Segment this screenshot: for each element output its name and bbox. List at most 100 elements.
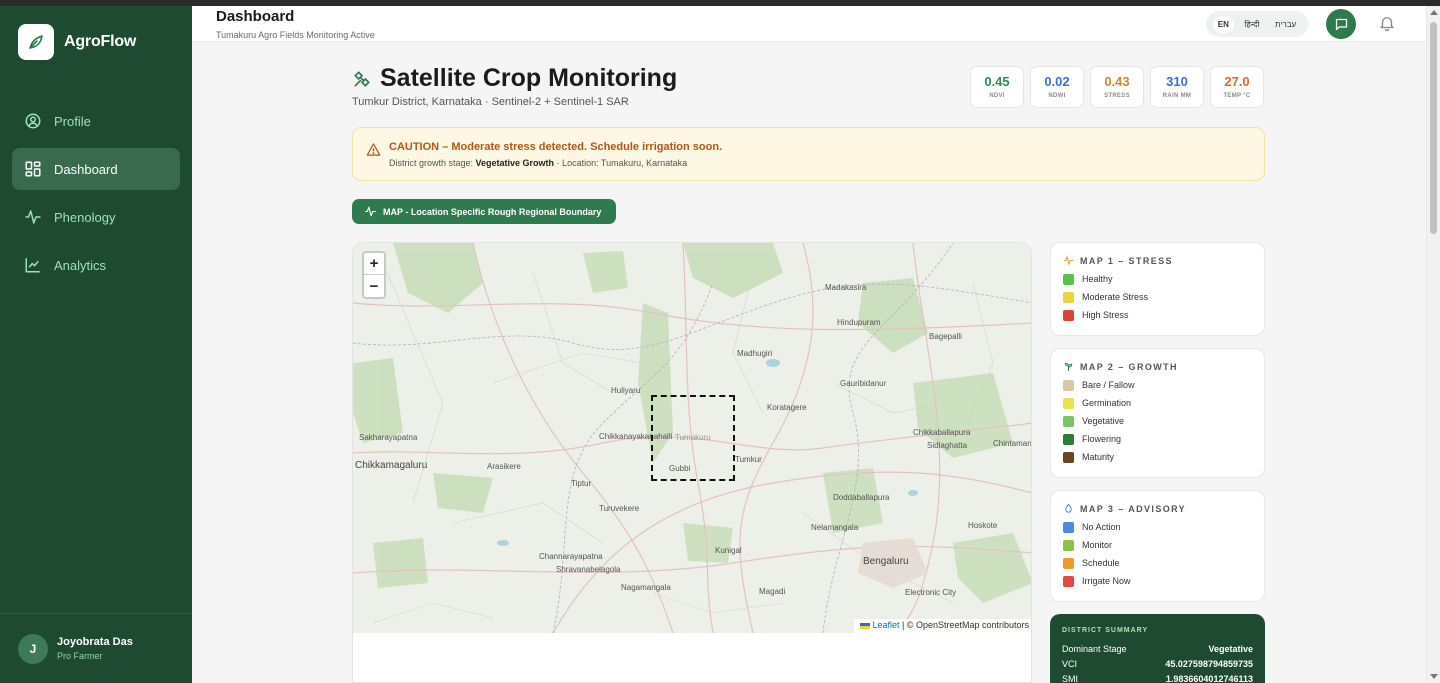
language-option-he[interactable]: עברית <box>1270 16 1301 33</box>
legend-growth: MAP 2 – GROWTH Bare / Fallow Germination… <box>1050 348 1265 478</box>
map-boundary-button[interactable]: MAP - Location Specific Rough Regional B… <box>352 199 616 224</box>
header-subtitle: Tumakuru Agro Fields Monitoring Active <box>216 30 375 40</box>
legend-item: Bare / Fallow <box>1063 379 1264 391</box>
map-town-label: Madakasira <box>825 283 867 292</box>
metric-value: 310 <box>1166 74 1188 89</box>
line-chart-icon <box>25 258 40 273</box>
scroll-down-arrow-icon[interactable] <box>1430 674 1438 679</box>
map-town-label: Gauribidanur <box>840 379 887 388</box>
map-town-label: Hindupuram <box>837 318 881 327</box>
leaf-logo-icon <box>18 24 54 60</box>
metric-label: NDVI <box>989 93 1005 99</box>
legend-item: Moderate Stress <box>1063 291 1264 303</box>
map-town-label: Doddaballapura <box>833 493 890 502</box>
map-town-label: Sidlaghatta <box>927 441 968 450</box>
language-option-en[interactable]: EN <box>1212 15 1234 33</box>
metric-cards: 0.45 NDVI 0.02 NDWI 0.43 STRESS 310 RAIN… <box>970 66 1270 108</box>
map-town-label: Tiptur <box>571 479 592 488</box>
map-town-label: Bengaluru <box>863 556 909 567</box>
user-name: Joyobrata Das <box>57 636 133 648</box>
dashboard-grid-icon <box>25 161 41 177</box>
map-view[interactable]: Madakasira Hindupuram Bagepalli Madhugir… <box>353 243 1031 633</box>
district-summary: DISTRICT SUMMARY Dominant Stage Vegetativ… <box>1050 614 1265 683</box>
map-town-label: Madhugiri <box>737 349 773 358</box>
metric-label: RAIN MM <box>1162 93 1192 99</box>
legend-title: MAP 3 – ADVISORY <box>1080 503 1187 514</box>
zoom-in-button[interactable]: + <box>364 253 384 275</box>
legend-title: MAP 1 – STRESS <box>1080 255 1173 266</box>
regional-boundary-box[interactable] <box>651 395 735 481</box>
metric-label: NDWI <box>1048 93 1066 99</box>
sidebar-item-profile[interactable]: Profile <box>12 100 180 142</box>
chat-button[interactable] <box>1326 9 1356 39</box>
legend-item: Healthy <box>1063 273 1264 285</box>
map-town-label: Huliyaru <box>611 386 641 395</box>
page-scrollbar[interactable] <box>1426 6 1440 683</box>
brand[interactable]: AgroFlow <box>18 24 136 60</box>
map-town-label: Nagamangala <box>621 583 671 592</box>
map-town-label: Magadi <box>759 587 786 596</box>
page-title: Satellite Crop Monitoring <box>380 64 678 92</box>
map-town-label: Chikkaballapura <box>913 428 971 437</box>
metric-value: 0.43 <box>1104 74 1130 89</box>
scrollbar-thumb[interactable] <box>1430 22 1437 234</box>
metric-value: 0.45 <box>984 74 1010 89</box>
map-town-label: Bagepalli <box>929 332 962 341</box>
zoom-out-button[interactable]: − <box>364 275 384 297</box>
alert-details: District growth stage: Vegetative Growth… <box>389 158 688 168</box>
map-town-label: Hoskote <box>968 521 998 530</box>
summary-row: Dominant Stage Vegetative <box>1062 644 1253 654</box>
map-town-label: Shravanabelagola <box>556 565 621 574</box>
leaflet-link[interactable]: Leaflet <box>872 620 899 630</box>
map-town-label: Turuvekere <box>599 504 640 513</box>
legend-item: No Action <box>1063 521 1264 533</box>
legend-item: Maturity <box>1063 451 1264 463</box>
page-subtitle: Tumkur District, Karnataka · Sentinel-2 … <box>352 96 629 108</box>
sidebar-item-label: Phenology <box>54 209 116 225</box>
summary-row: VCI 45.027598794859735 <box>1062 659 1253 669</box>
activity-pulse-icon <box>365 206 376 217</box>
caution-alert: CAUTION – Moderate stress detected. Sche… <box>352 127 1265 181</box>
legend-item: Irrigate Now <box>1063 575 1264 587</box>
map-town-label: Arasikere <box>487 462 521 471</box>
summary-row: SMI 1.9836604012746113 <box>1062 674 1253 683</box>
ukraine-flag-icon <box>860 622 871 629</box>
bell-icon[interactable] <box>1378 14 1396 32</box>
activity-pulse-icon <box>25 210 41 224</box>
metric-label: STRESS <box>1104 93 1130 99</box>
language-option-hi[interactable]: हिन्दी <box>1239 15 1264 34</box>
sidebar-item-dashboard[interactable]: Dashboard <box>12 148 180 190</box>
sidebar-item-label: Profile <box>54 113 91 129</box>
sidebar-item-analytics[interactable]: Analytics <box>12 244 180 286</box>
map-town-label: Koratagere <box>767 403 807 412</box>
map-town-label: Nelamangala <box>811 523 859 532</box>
sidebar-item-phenology[interactable]: Phenology <box>12 196 180 238</box>
map-town-label: Kunigal <box>715 546 742 555</box>
language-switcher: EN हिन्दी עברית <box>1206 11 1308 37</box>
metric-temp: 27.0 TEMP °C <box>1210 66 1264 108</box>
legend-item: Schedule <box>1063 557 1264 569</box>
user-profile[interactable]: J Joyobrata Das Pro Farmer <box>0 613 192 683</box>
sidebar-item-label: Dashboard <box>54 161 118 177</box>
user-circle-icon <box>25 113 41 129</box>
alert-stage: Vegetative Growth <box>475 158 555 168</box>
sidebar-nav: Profile Dashboard Phenology Analytics <box>12 100 180 292</box>
map-town-label: Chikkamagaluru <box>355 460 428 471</box>
metric-ndvi: 0.45 NDVI <box>970 66 1024 108</box>
legend-item: Monitor <box>1063 539 1264 551</box>
warning-triangle-icon <box>366 143 381 156</box>
summary-title: DISTRICT SUMMARY <box>1062 627 1149 634</box>
metric-stress: 0.43 STRESS <box>1090 66 1144 108</box>
legend-item: High Stress <box>1063 309 1264 321</box>
legend-advisory: MAP 3 – ADVISORY No Action Monitor Sched… <box>1050 490 1265 602</box>
sidebar: AgroFlow Profile Dashboard Phenology Ana… <box>0 6 192 683</box>
legend-item: Flowering <box>1063 433 1264 445</box>
map-button-label: MAP - Location Specific Rough Regional B… <box>383 206 602 217</box>
legend-item: Vegetative <box>1063 415 1264 427</box>
metric-value: 27.0 <box>1224 74 1250 89</box>
scroll-up-arrow-icon[interactable] <box>1430 10 1438 15</box>
satellite-icon <box>354 70 370 87</box>
map-card: Madakasira Hindupuram Bagepalli Madhugir… <box>352 242 1032 683</box>
map-attribution: Leaflet | © OpenStreetMap contributors <box>854 619 1031 633</box>
activity-pulse-icon <box>1063 255 1074 266</box>
